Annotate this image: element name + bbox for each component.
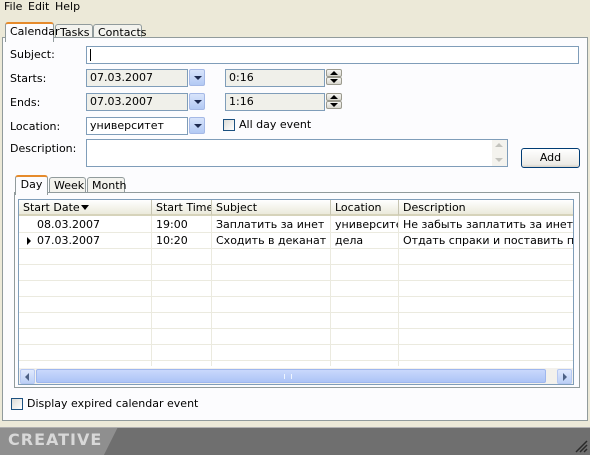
scroll-thumb[interactable]: [36, 369, 546, 383]
grid-line: [19, 280, 573, 281]
resize-grip-icon[interactable]: [574, 439, 588, 453]
scroll-down-icon: [495, 158, 503, 162]
events-grid[interactable]: Start Date Start Time Subject Location D…: [18, 199, 574, 385]
starts-time-up-icon[interactable]: [326, 69, 342, 77]
location-label: Location:: [10, 120, 61, 133]
description-label: Description:: [10, 142, 77, 155]
footer-bar: CREATIVE: [0, 427, 590, 455]
scroll-right-button[interactable]: [557, 369, 572, 384]
add-button[interactable]: Add: [521, 148, 580, 168]
expired-events-checkbox[interactable]: [11, 398, 23, 410]
scroll-up-icon: [495, 143, 503, 147]
ends-time-up-icon[interactable]: [326, 93, 342, 101]
starts-time-field[interactable]: 0:16: [225, 69, 325, 87]
starts-label: Starts:: [10, 72, 47, 85]
current-row-indicator-icon: [27, 237, 31, 245]
grid-line: [19, 360, 573, 361]
description-scrollbar[interactable]: [492, 140, 507, 166]
tab-day[interactable]: Day: [15, 175, 48, 195]
grid-line: [19, 328, 573, 329]
column-header-subject[interactable]: Subject: [212, 200, 331, 216]
cell-location: университет: [335, 218, 398, 231]
starts-date-dropdown-icon[interactable]: [189, 69, 205, 86]
description-input[interactable]: [86, 139, 508, 167]
grip-icon: [284, 374, 292, 379]
menu-bar: File Edit Help: [0, 0, 590, 14]
menu-help[interactable]: Help: [55, 0, 80, 14]
cell-location: дела: [335, 234, 364, 247]
location-dropdown-icon[interactable]: [189, 117, 205, 134]
column-header-description[interactable]: Description: [399, 200, 573, 216]
all-day-label: All day event: [239, 118, 312, 131]
cell-description: Не забыть заплатить за инет: [403, 218, 574, 231]
cell-subject: Сходить в деканат: [216, 234, 327, 247]
menu-edit[interactable]: Edit: [28, 0, 49, 14]
ends-time-down-icon[interactable]: [326, 101, 342, 109]
ends-label: Ends:: [10, 96, 41, 109]
grid-line: [19, 312, 573, 313]
grid-line: [19, 344, 573, 345]
all-day-checkbox[interactable]: [223, 119, 235, 131]
ends-date-dropdown-icon[interactable]: [189, 93, 205, 110]
cell-start-date: 08.03.2007: [37, 218, 100, 231]
column-header-start-date[interactable]: Start Date: [19, 200, 152, 216]
chevron-right-icon: [563, 373, 567, 381]
ends-date-field[interactable]: 07.03.2007: [86, 93, 188, 111]
cell-subject: Заплатить за инет: [216, 218, 325, 231]
cell-description: Отдать спраки и поставить печати: [403, 234, 574, 247]
grid-line: [19, 296, 573, 297]
expired-events-label: Display expired calendar event: [27, 397, 199, 410]
creative-logo: CREATIVE: [8, 430, 103, 449]
menu-file[interactable]: File: [4, 0, 22, 14]
cell-start-time: 10:20: [156, 234, 188, 247]
text-cursor: [90, 49, 91, 61]
horizontal-scrollbar[interactable]: [19, 368, 573, 384]
scroll-left-button[interactable]: [20, 369, 35, 384]
location-select[interactable]: университет: [86, 117, 188, 135]
chevron-left-icon: [25, 373, 29, 381]
ends-time-field[interactable]: 1:16: [225, 93, 325, 111]
column-header-start-time[interactable]: Start Time: [152, 200, 212, 216]
cell-start-time: 19:00: [156, 218, 188, 231]
sort-descending-icon: [81, 205, 89, 210]
grid-line: [19, 264, 573, 265]
subject-input[interactable]: [86, 46, 579, 64]
column-header-location[interactable]: Location: [331, 200, 399, 216]
cell-start-date: 07.03.2007: [37, 234, 100, 247]
starts-date-field[interactable]: 07.03.2007: [86, 69, 188, 87]
tab-calendar[interactable]: Calendar: [5, 22, 59, 42]
subject-label: Subject:: [10, 48, 55, 61]
starts-time-down-icon[interactable]: [326, 77, 342, 85]
